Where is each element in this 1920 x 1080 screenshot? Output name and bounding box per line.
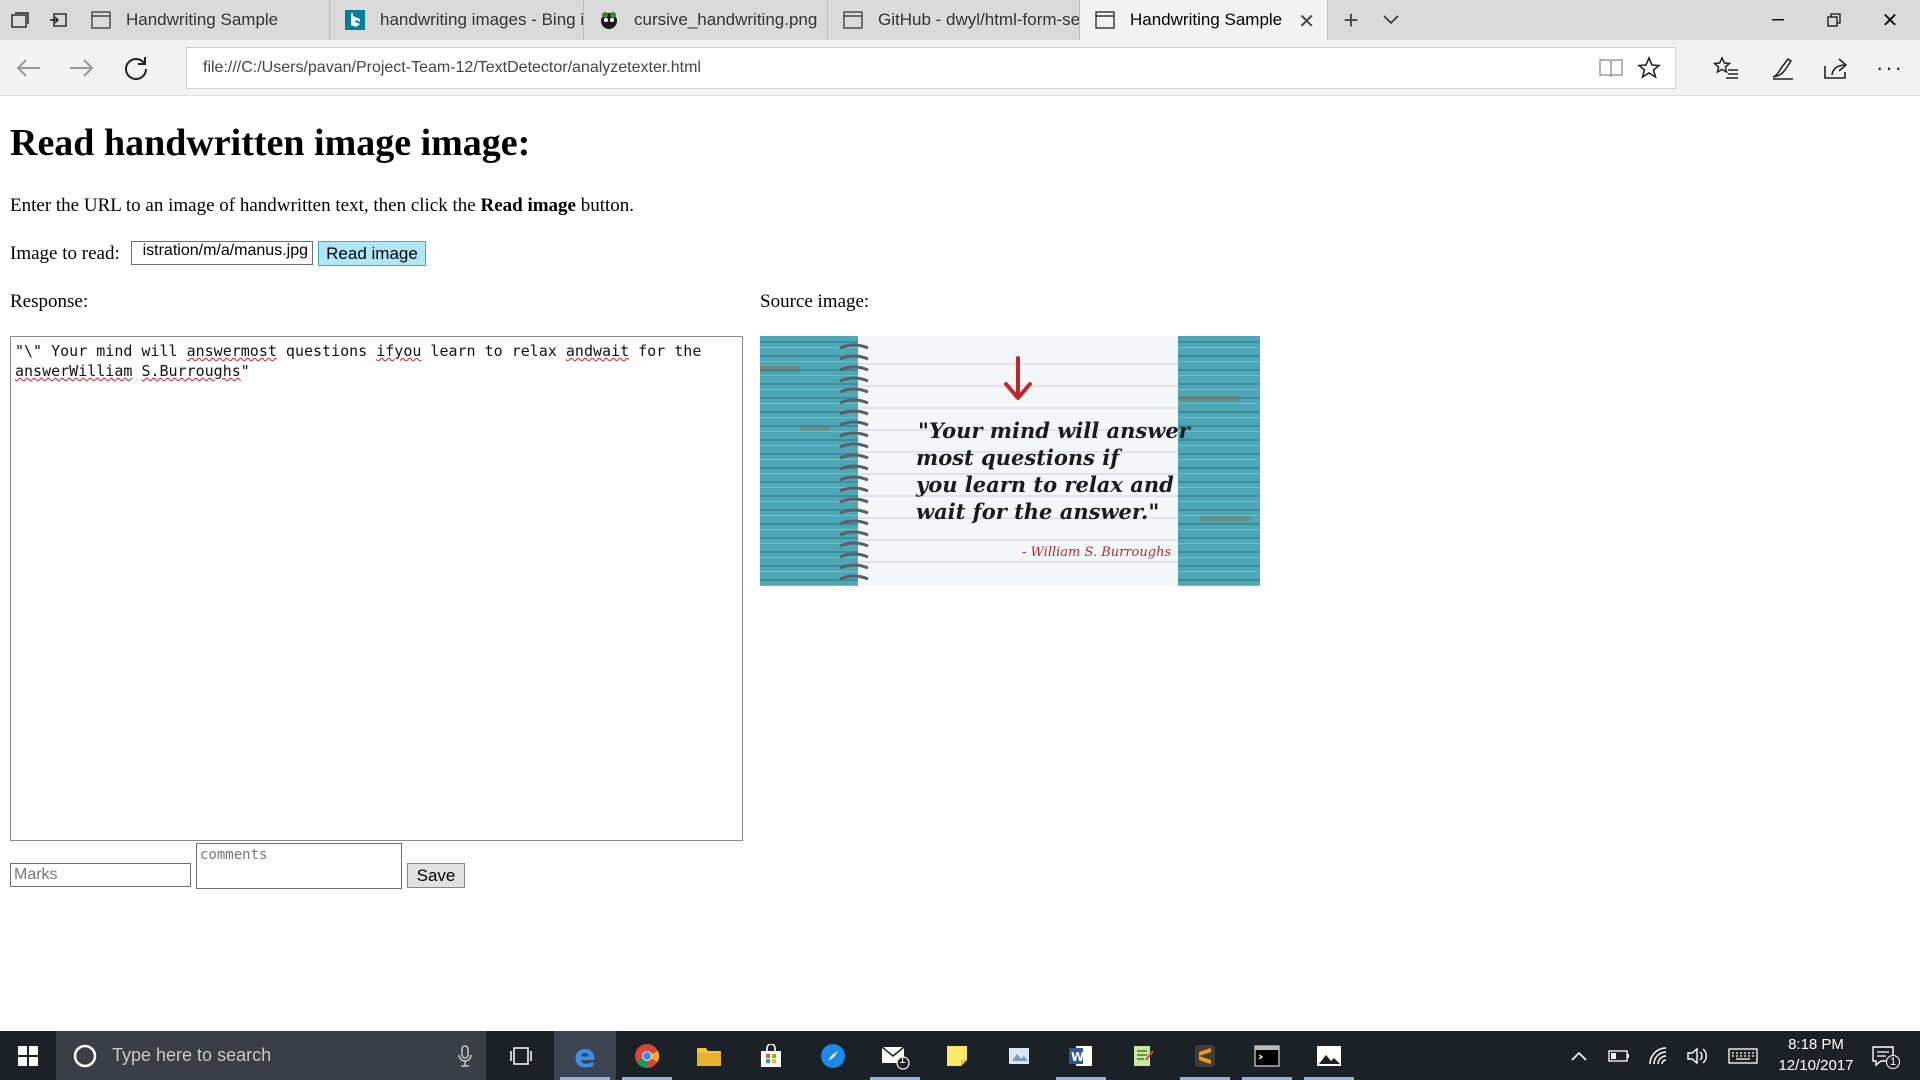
comments-textarea[interactable]: comments <box>196 843 402 889</box>
more-options-icon[interactable]: ··· <box>1870 48 1910 88</box>
windows-start-icon[interactable] <box>0 1031 56 1080</box>
refresh-icon[interactable] <box>116 48 156 88</box>
paint-icon[interactable] <box>988 1031 1050 1080</box>
quote-attribution: - William S. Burroughs <box>1022 545 1171 560</box>
quote-line-3: you learn to relax and <box>915 472 1174 497</box>
read-image-button[interactable]: Read image <box>318 241 426 266</box>
tab-preview-chevron-down-icon[interactable] <box>1376 6 1406 34</box>
marks-input[interactable]: Marks <box>10 863 191 887</box>
close-window-icon[interactable]: ✕ <box>1862 0 1918 40</box>
response-text-segment: questions <box>276 342 377 360</box>
response-misspelled-word: S.Burroughs <box>141 362 241 380</box>
tab-label: GitHub - dwyl/html-form-se <box>878 10 1080 29</box>
clock-time: 8:18 PM <box>1788 1036 1844 1053</box>
share-icon[interactable] <box>1816 48 1856 88</box>
quote-line-2: most questions if <box>916 445 1123 470</box>
store-icon[interactable] <box>740 1031 802 1080</box>
favorites-hub-icon[interactable] <box>1706 48 1746 88</box>
notepad-plus-icon[interactable] <box>1112 1031 1174 1080</box>
response-text-segment: learn to relax <box>421 342 566 360</box>
tab-label: Handwriting Sample <box>1130 10 1283 29</box>
image-url-input[interactable]: istration/m/a/manus.jpg <box>131 241 313 265</box>
response-textarea[interactable]: "\" Your mind will answermost questions … <box>10 336 743 841</box>
quote-line-1: "Your mind will answer <box>918 418 1192 443</box>
save-button[interactable]: Save <box>407 863 465 888</box>
safari-compass-icon[interactable] <box>802 1031 864 1080</box>
taskbar-clock[interactable]: 8:18 PM 12/10/2017 <box>1766 1034 1866 1076</box>
word-icon[interactable]: W <box>1050 1031 1112 1080</box>
browser-address-bar: file:///C:/Users/pavan/Project-Team-12/T… <box>0 40 1920 96</box>
response-text-segment: "\" Your mind will <box>15 342 187 360</box>
microphone-icon[interactable] <box>458 1044 472 1067</box>
instructions-prefix: Enter the URL to an image of handwritten… <box>10 195 481 216</box>
restore-window-icon[interactable] <box>1806 0 1862 40</box>
task-view-icon[interactable] <box>490 1031 552 1080</box>
page-title: Read handwritten image image: <box>10 122 531 164</box>
response-text-segment: " <box>240 362 250 380</box>
mail-badge: 1 <box>899 1052 906 1066</box>
action-center-notification-icon[interactable]: 1 <box>1868 1043 1900 1069</box>
page-icon <box>90 9 112 31</box>
response-label: Response: <box>10 291 89 312</box>
page-icon <box>842 9 864 31</box>
image-icon <box>598 9 620 31</box>
photos-icon[interactable] <box>1298 1031 1360 1080</box>
reading-view-icon[interactable] <box>1598 56 1624 80</box>
web-note-pen-icon[interactable] <box>1762 48 1802 88</box>
instructions-suffix: button. <box>575 195 635 216</box>
handwritten-quote-image: "Your mind will answer most questions if… <box>760 336 1260 586</box>
tab-label: handwriting images - Bing i <box>380 10 584 29</box>
tab-bing-images[interactable]: handwriting images - Bing i <box>330 0 584 40</box>
tab-label: cursive_handwriting.png <box>634 10 818 29</box>
command-prompt-icon[interactable] <box>1236 1031 1298 1080</box>
file-explorer-icon[interactable] <box>678 1031 740 1080</box>
keyboard-icon[interactable] <box>1726 1043 1760 1069</box>
edge-browser-icon[interactable]: e <box>554 1031 616 1080</box>
tab-handwriting-sample-active[interactable]: Handwriting Sample ✕ <box>1080 0 1328 40</box>
clock-date: 12/10/2017 <box>1778 1057 1854 1074</box>
mail-icon[interactable]: 1 <box>864 1031 926 1080</box>
page-content: Read handwritten image image: Enter the … <box>0 97 1920 1031</box>
taskbar-search-box[interactable]: Type here to search <box>56 1031 486 1080</box>
response-misspelled-word: ifyou <box>376 342 422 360</box>
response-text-segment: for the <box>629 342 711 360</box>
battery-icon[interactable] <box>1606 1043 1632 1069</box>
favorite-star-icon[interactable] <box>1636 56 1662 80</box>
windows-taskbar: Type here to search e 1 W 8:18 PM 12/10/… <box>0 1031 1920 1080</box>
tabs-aside-icon[interactable] <box>6 8 34 32</box>
page-icon <box>1094 9 1116 31</box>
tab-handwriting-sample-1[interactable]: Handwriting Sample <box>76 0 330 40</box>
search-placeholder: Type here to search <box>112 1045 272 1065</box>
cortana-circle-icon <box>73 1044 97 1067</box>
tab-github[interactable]: GitHub - dwyl/html-form-se <box>828 0 1080 40</box>
quote-line-4: wait for the answer." <box>916 499 1159 524</box>
bing-icon <box>344 9 366 31</box>
notification-badge: 1 <box>1886 1055 1900 1069</box>
volume-icon[interactable] <box>1684 1043 1710 1069</box>
instructions-bold-button-name: Read image <box>480 195 576 216</box>
wifi-icon[interactable] <box>1646 1043 1672 1069</box>
response-misspelled-word: answerWilliam <box>15 362 133 380</box>
response-misspelled-word: answermost <box>186 342 277 360</box>
source-image-label: Source image: <box>760 291 870 312</box>
chrome-icon[interactable] <box>616 1031 678 1080</box>
source-image: "Your mind will answer most questions if… <box>760 336 1260 586</box>
url-field[interactable]: file:///C:/Users/pavan/Project-Team-12/T… <box>186 47 1676 89</box>
sublime-text-icon[interactable] <box>1174 1031 1236 1080</box>
new-tab-icon[interactable]: + <box>1336 5 1366 35</box>
image-url-label: Image to read: <box>10 243 120 264</box>
tab-cursive-handwriting[interactable]: cursive_handwriting.png <box>584 0 828 40</box>
tab-label: Handwriting Sample <box>126 10 279 29</box>
instructions-text: Enter the URL to an image of handwritten… <box>10 195 634 217</box>
browser-tab-bar: Handwriting Sample handwriting images - … <box>0 0 1920 40</box>
show-tabs-aside-icon[interactable] <box>44 8 72 32</box>
back-arrow-icon[interactable] <box>8 48 48 88</box>
minimize-window-icon[interactable] <box>1750 0 1806 40</box>
response-misspelled-word: andwait <box>565 342 630 360</box>
show-hidden-icons-chevron-up-icon[interactable] <box>1566 1043 1592 1069</box>
svg-text:W: W <box>1071 1050 1084 1064</box>
forward-arrow-icon[interactable] <box>62 48 102 88</box>
close-tab-icon[interactable]: ✕ <box>1298 9 1315 34</box>
sticky-notes-icon[interactable] <box>926 1031 988 1080</box>
